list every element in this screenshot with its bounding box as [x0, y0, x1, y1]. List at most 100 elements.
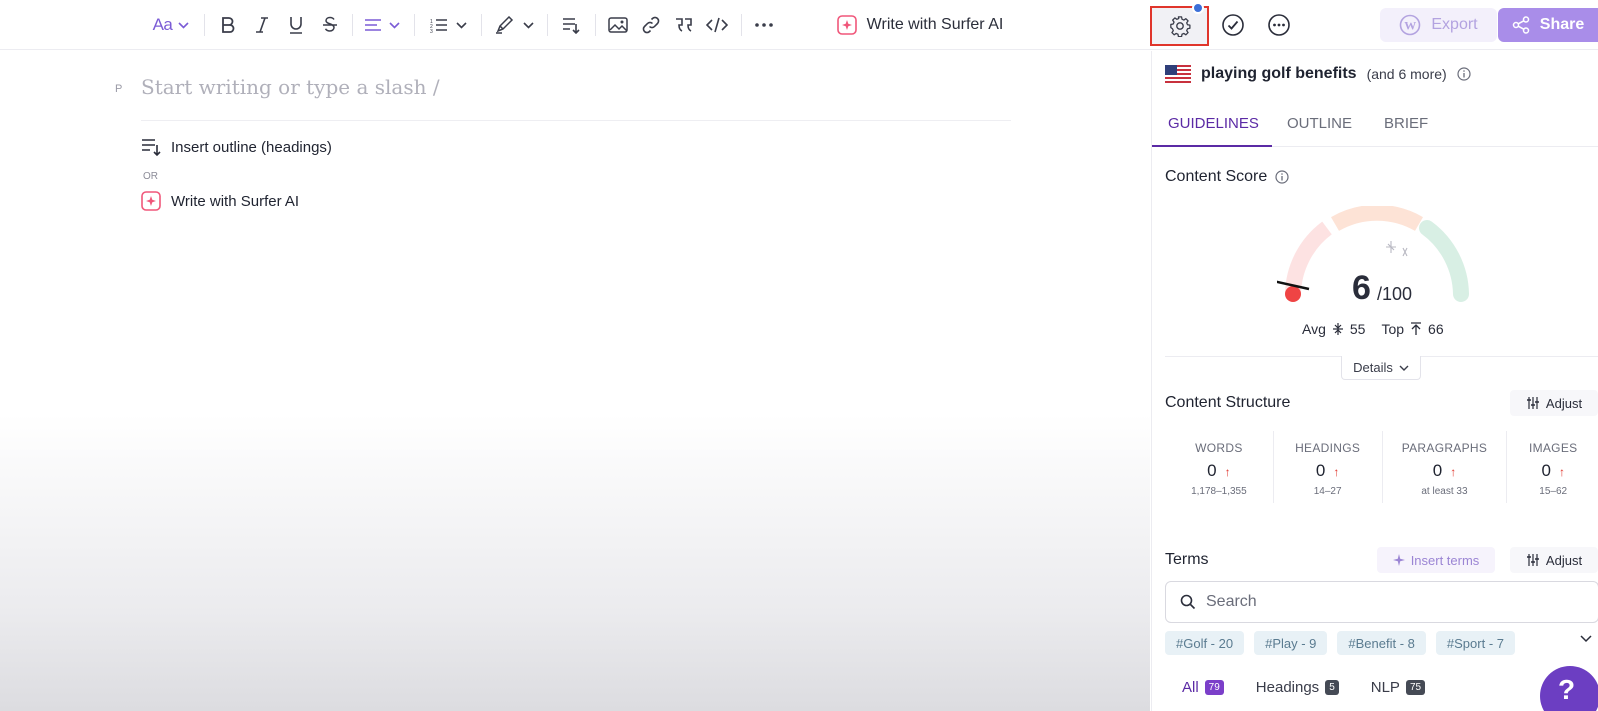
- share-button[interactable]: Share: [1498, 8, 1598, 42]
- metric-value-number: 0: [1541, 461, 1551, 480]
- ai-sparkle-icon: [836, 15, 857, 35]
- topic-chip[interactable]: #Benefit - 8: [1337, 631, 1426, 655]
- terms-search[interactable]: [1165, 581, 1598, 623]
- metric-range: 1,178–1,355: [1191, 486, 1247, 497]
- search-icon: [1180, 594, 1196, 610]
- metric-value-number: 0: [1207, 461, 1217, 480]
- top-label: Top: [1381, 321, 1405, 337]
- outline-sort-icon: [142, 139, 161, 157]
- metric-value-number: 0: [1315, 461, 1326, 480]
- topic-chip[interactable]: #Sport - 7: [1435, 631, 1515, 655]
- align-dropdown[interactable]: [360, 10, 404, 40]
- underline-button[interactable]: [282, 10, 310, 40]
- divider: [141, 120, 1011, 121]
- italic-icon: [256, 17, 268, 33]
- more-circle-icon: [1268, 14, 1290, 36]
- bold-button[interactable]: [214, 10, 242, 40]
- editor-toolbar: Aa 123 Write with Surfer AI W Export Sha…: [0, 0, 1598, 50]
- metric-value: 0 ↑: [1507, 461, 1598, 481]
- tab-brief[interactable]: BRIEF: [1384, 115, 1428, 132]
- insert-outline-action[interactable]: Insert outline (headings): [141, 137, 332, 157]
- list-dropdown[interactable]: 123: [426, 10, 470, 40]
- active-tab-indicator: [1152, 145, 1272, 147]
- chevron-down-icon: [389, 21, 400, 29]
- write-ai-action[interactable]: Write with Surfer AI: [141, 191, 299, 211]
- tab-guidelines[interactable]: GUIDELINES: [1168, 115, 1259, 132]
- underline-icon: [290, 17, 302, 34]
- toolbar-divider: [741, 14, 742, 36]
- more-horizontal-icon: [755, 23, 773, 27]
- filter-count-badge: 79: [1204, 680, 1224, 695]
- insert-image-button[interactable]: [604, 10, 632, 40]
- term-filters: All 79 Headings 5 NLP 75: [1182, 679, 1426, 696]
- topic-chip[interactable]: #Golf - 20: [1165, 631, 1245, 655]
- insert-terms-label: Insert terms: [1410, 552, 1480, 568]
- top-score: Top 66: [1381, 321, 1443, 337]
- tab-outline[interactable]: OUTLINE: [1287, 115, 1352, 132]
- guidelines-sidebar: playing golf benefits (and 6 more) GUIDE…: [1151, 51, 1598, 711]
- write-with-surfer-ai-button[interactable]: Write with Surfer AI: [834, 10, 1006, 40]
- export-button[interactable]: W Export: [1380, 8, 1497, 42]
- chevron-down-icon: [1399, 365, 1409, 371]
- filter-count-badge: 75: [1405, 680, 1426, 695]
- bold-icon: [222, 17, 235, 33]
- insert-outline-label: Insert outline (headings): [171, 138, 332, 156]
- share-label: Share: [1539, 16, 1585, 33]
- keyword-header[interactable]: playing golf benefits (and 6 more): [1165, 65, 1471, 83]
- details-toggle[interactable]: Details: [1341, 356, 1421, 380]
- terms-search-input[interactable]: [1206, 593, 1566, 611]
- align-left-icon: [365, 19, 381, 31]
- details-label: Details: [1353, 360, 1393, 375]
- toolbar-divider: [352, 14, 353, 36]
- toolbar-divider: [204, 14, 205, 36]
- notification-dot: [1192, 2, 1204, 14]
- terms-adjust-button[interactable]: Adjust: [1510, 547, 1598, 573]
- primary-keyword: playing golf benefits: [1201, 65, 1357, 82]
- insert-outline-button[interactable]: [557, 10, 585, 40]
- quote-button[interactable]: [670, 10, 698, 40]
- adjust-label: Adjust: [1545, 552, 1583, 568]
- insert-terms-button[interactable]: Insert terms: [1377, 547, 1495, 573]
- font-style-label: Aa: [152, 15, 173, 34]
- more-options-button[interactable]: [750, 10, 778, 40]
- info-icon[interactable]: [1275, 170, 1289, 184]
- content-score-title: Content Score: [1165, 168, 1268, 185]
- outline-sort-icon: [563, 18, 580, 34]
- structure-adjust-button[interactable]: Adjust: [1510, 390, 1598, 416]
- filter-nlp[interactable]: NLP 75: [1371, 679, 1426, 696]
- surfer-ai-label: Write with Surfer AI: [866, 16, 1004, 33]
- code-button[interactable]: [703, 10, 731, 40]
- arrow-up-icon: ↑: [1333, 465, 1340, 479]
- insert-link-button[interactable]: [637, 10, 665, 40]
- editor-canvas[interactable]: P Start writing or type a slash / Insert…: [0, 51, 1150, 711]
- highlight-dropdown[interactable]: [492, 10, 536, 40]
- metric-words: WORDS 0 ↑ 1,178–1,355: [1165, 431, 1274, 503]
- link-icon: [642, 16, 660, 34]
- arrow-up-icon: ↑: [1450, 465, 1457, 479]
- toolbar-divider: [595, 14, 596, 36]
- chevron-down-icon: [455, 21, 467, 29]
- avg-label: Avg: [1302, 321, 1326, 337]
- adjust-label: Adjust: [1545, 395, 1583, 411]
- or-separator: OR: [143, 171, 158, 182]
- topic-chip[interactable]: #Play - 9: [1254, 631, 1328, 655]
- info-icon[interactable]: [1457, 67, 1471, 81]
- filter-headings[interactable]: Headings 5: [1256, 679, 1339, 696]
- metric-range: at least 33: [1421, 486, 1468, 497]
- italic-button[interactable]: [248, 10, 276, 40]
- font-style-dropdown[interactable]: Aa: [148, 10, 194, 40]
- write-ai-label: Write with Surfer AI: [171, 192, 300, 210]
- content-score-value: 6: [1352, 269, 1371, 307]
- more-menu-button[interactable]: [1264, 10, 1294, 40]
- gear-icon: [1169, 16, 1191, 37]
- chevron-down-icon[interactable]: [1580, 635, 1592, 643]
- structure-metrics: WORDS 0 ↑ 1,178–1,355 HEADINGS 0 ↑ 14–27 P…: [1165, 431, 1598, 503]
- svg-text:W: W: [1405, 19, 1417, 33]
- editor-placeholder[interactable]: Start writing or type a slash /: [141, 75, 440, 99]
- filter-all[interactable]: All 79: [1182, 679, 1224, 696]
- strikethrough-button[interactable]: [316, 10, 344, 40]
- content-score-heading: Content Score: [1165, 168, 1289, 186]
- metric-value: 0 ↑: [1383, 461, 1507, 481]
- check-button[interactable]: [1218, 10, 1248, 40]
- strikethrough-icon: [323, 16, 337, 32]
